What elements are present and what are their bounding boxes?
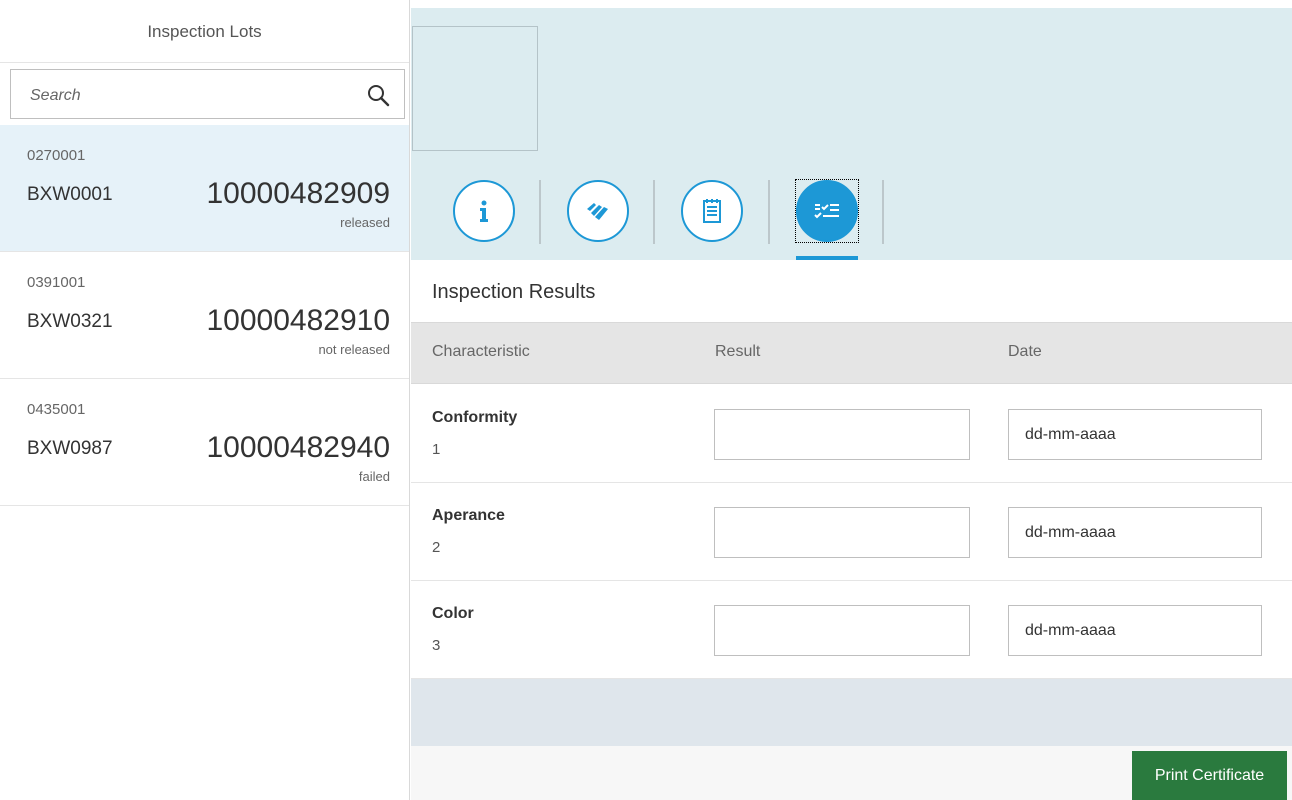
checklist-icon	[814, 204, 839, 219]
tab-separator	[882, 180, 884, 244]
table-row: Conformity 1	[411, 385, 1292, 483]
search-input[interactable]	[28, 83, 352, 109]
tab-items[interactable]	[567, 180, 629, 242]
tab-separator	[653, 180, 655, 244]
tab-separator	[768, 180, 770, 244]
list-item[interactable]: 0391001 BXW0321 10000482910 not released	[0, 252, 409, 379]
characteristic-name: Conformity	[432, 409, 518, 426]
date-input[interactable]	[1008, 507, 1262, 558]
tab-info[interactable]	[453, 180, 515, 242]
search-icon[interactable]	[366, 83, 390, 107]
tab-separator	[539, 180, 541, 244]
section-title: Inspection Results	[432, 281, 596, 303]
lot-code: 0435001	[27, 401, 86, 418]
info-icon	[480, 200, 488, 222]
lot-name: BXW0987	[27, 438, 113, 459]
lot-code: 0391001	[27, 274, 86, 291]
master-title: Inspection Lots	[0, 0, 409, 63]
stack-icon	[587, 203, 608, 220]
lot-number: 10000482910	[206, 304, 390, 337]
image-placeholder	[412, 26, 538, 151]
search-field[interactable]	[10, 69, 405, 119]
table-header: Characteristic Result Date	[411, 322, 1292, 384]
inspection-lots-panel: Inspection Lots 0270001 BXW0001 10000482…	[0, 0, 410, 800]
tab-notes[interactable]	[681, 180, 743, 242]
table-row: Color 3	[411, 581, 1292, 679]
column-header-characteristic: Characteristic	[432, 343, 530, 360]
detail-panel: Inspection Results Characteristic Result…	[411, 0, 1292, 800]
date-input[interactable]	[1008, 605, 1262, 656]
footer-toolbar: Print Certificate	[411, 746, 1292, 800]
characteristic-name: Aperance	[432, 507, 505, 524]
characteristic-name: Color	[432, 605, 474, 622]
lot-status: not released	[318, 342, 390, 357]
lot-list: 0270001 BXW0001 10000482909 released 039…	[0, 125, 409, 506]
list-item[interactable]: 0270001 BXW0001 10000482909 released	[0, 125, 409, 252]
icon-tab-bar	[411, 176, 1292, 260]
result-input[interactable]	[714, 409, 970, 460]
lot-number: 10000482909	[206, 177, 390, 210]
notepad-icon	[703, 199, 721, 223]
lot-name: BXW0001	[27, 184, 113, 205]
result-input[interactable]	[714, 507, 970, 558]
column-header-result: Result	[715, 343, 761, 360]
characteristic-number: 3	[432, 637, 441, 654]
lot-code: 0270001	[27, 147, 86, 164]
table-row: Aperance 2	[411, 483, 1292, 581]
date-input[interactable]	[1008, 409, 1262, 460]
lot-name: BXW0321	[27, 311, 113, 332]
lot-status: failed	[358, 469, 390, 484]
column-header-date: Date	[1008, 343, 1042, 360]
list-item[interactable]: 0435001 BXW0987 10000482940 failed	[0, 379, 409, 506]
tab-inspection-results[interactable]	[795, 179, 859, 243]
table-footer	[411, 679, 1292, 746]
characteristic-number: 2	[432, 539, 441, 556]
result-input[interactable]	[714, 605, 970, 656]
characteristic-number: 1	[432, 441, 441, 458]
lot-status: released	[340, 215, 390, 230]
print-certificate-button[interactable]: Print Certificate	[1132, 751, 1287, 800]
object-header	[411, 8, 1292, 260]
active-tab-indicator	[796, 256, 858, 260]
lot-number: 10000482940	[206, 431, 390, 464]
